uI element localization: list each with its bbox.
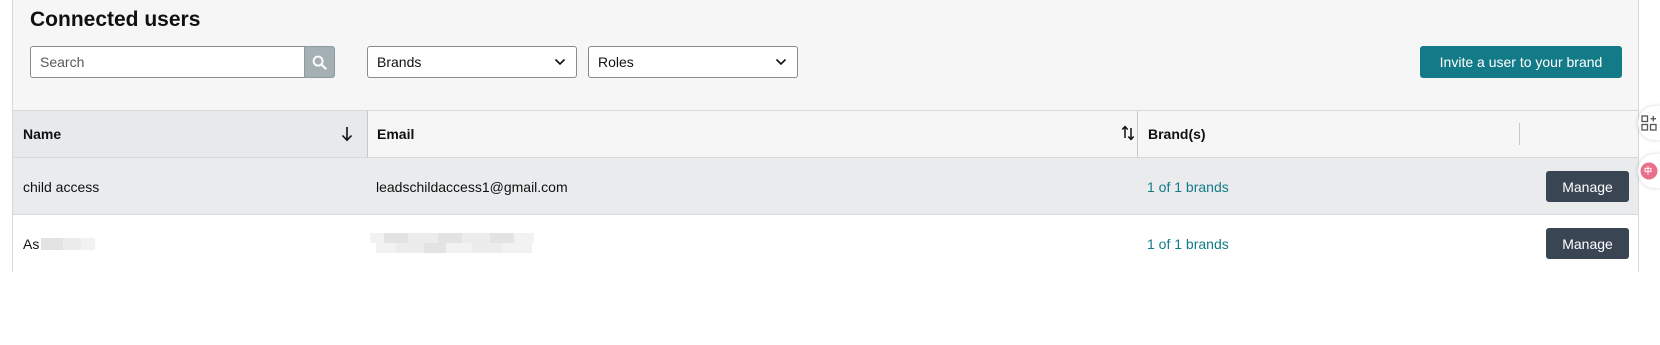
connected-users-panel: Connected users Brands Roles Invite a us… (12, 0, 1639, 272)
user-email: leadschildaccess1@gmail.com (376, 178, 568, 195)
grid-add-icon (1641, 115, 1657, 131)
column-header-brands: Brand(s) (1137, 111, 1519, 157)
side-toolbar-button[interactable] (1638, 106, 1660, 140)
translate-button[interactable]: 中 (1638, 154, 1660, 188)
table-header: Name Email Brand(s) (13, 111, 1638, 158)
user-name: child access (23, 178, 100, 195)
translate-icon: 中 (1640, 162, 1658, 180)
column-header-brands-label: Brand(s) (1148, 126, 1206, 142)
column-header-actions (1519, 123, 1640, 145)
page-header: Connected users Brands Roles Invite a us… (13, 0, 1638, 111)
column-header-name-label: Name (23, 126, 62, 142)
user-name-text: As (23, 235, 40, 252)
search-button[interactable] (303, 46, 335, 78)
brands-dropdown-label: Brands (377, 54, 422, 70)
chevron-down-icon (775, 58, 787, 66)
roles-dropdown[interactable]: Roles (588, 46, 798, 78)
sort-descending-icon[interactable] (341, 126, 353, 142)
table-row: As 1 of 1 brands Manage (13, 215, 1638, 272)
brands-link-label[interactable]: 1 of 1 brands (1147, 179, 1229, 195)
search-icon (312, 55, 327, 70)
redacted-email (370, 231, 546, 257)
user-name: As (23, 215, 101, 272)
redacted-name (41, 237, 101, 251)
table-row: child access leadschildaccess1@gmail.com… (13, 158, 1638, 215)
search-bar (30, 46, 335, 78)
sort-icon[interactable] (1121, 125, 1135, 141)
column-header-name[interactable]: Name (13, 111, 367, 157)
brands-link-label[interactable]: 1 of 1 brands (1147, 236, 1229, 252)
manage-button[interactable]: Manage (1546, 228, 1629, 259)
invite-user-button[interactable]: Invite a user to your brand (1420, 46, 1622, 78)
brands-dropdown[interactable]: Brands (367, 46, 577, 78)
svg-text:中: 中 (1644, 166, 1652, 176)
search-input[interactable] (30, 46, 304, 78)
column-header-email[interactable]: Email (367, 111, 1137, 157)
page-title: Connected users (30, 8, 201, 31)
brands-link[interactable]: 1 of 1 brands (1147, 158, 1229, 215)
roles-dropdown-label: Roles (598, 54, 634, 70)
user-email (370, 215, 546, 272)
manage-button[interactable]: Manage (1546, 171, 1629, 202)
chevron-down-icon (554, 58, 566, 66)
brands-link[interactable]: 1 of 1 brands (1147, 215, 1229, 272)
column-header-email-label: Email (377, 126, 415, 142)
